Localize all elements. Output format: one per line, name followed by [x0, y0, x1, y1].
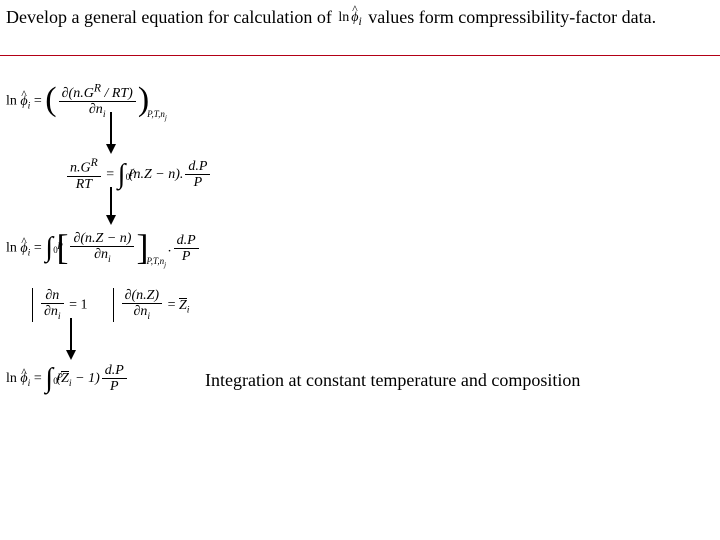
ln-text: ln — [338, 10, 349, 25]
eq2-upper: P — [130, 159, 136, 187]
eq1-equals: = — [30, 94, 45, 109]
eq2-integral: ∫P0 — [118, 161, 126, 189]
phi-sub: i — [359, 14, 362, 27]
eq5-dP-num: d.P — [102, 363, 127, 378]
eq2-lhs-den: RT — [67, 176, 101, 192]
eq5-zbar: Z — [61, 370, 69, 387]
eq1-den-sub: i — [103, 109, 106, 120]
eq1-lparen: ( — [45, 83, 56, 117]
eq5-z: Z — [61, 371, 69, 386]
eq1-subs-j: j — [165, 113, 167, 121]
eq4a-frac: ∂n ∂ni — [41, 288, 64, 323]
equation-1: ln ^ϕi = ( ∂(n.GR / RT) ∂ni )P,T,nj — [6, 82, 169, 121]
eq5-minus1: − 1) — [72, 371, 100, 386]
eq3-integral: ∫P0 — [45, 234, 53, 262]
eq5-integral: ∫P0 — [45, 365, 53, 393]
eq1-num-sup: R — [94, 81, 101, 94]
eq3-inner-den-sub: i — [108, 254, 111, 265]
eq4-zbar: Z — [179, 297, 187, 314]
eq1-lhs-ln: ln — [6, 94, 20, 109]
eq4b-eq: = — [164, 298, 179, 313]
eq2-integrand: (n.Z − n). — [129, 167, 184, 182]
problem-text-b: values form compressibility-factor data. — [368, 7, 656, 27]
integration-note: Integration at constant temperature and … — [205, 370, 580, 391]
eq2-equals: = — [103, 167, 118, 182]
eq3-subscripts: P,T,nj — [146, 256, 166, 266]
equation-3: ln ^ϕi = ∫P0 [ ∂(n.Z − n) ∂ni ]P,T,nj. d… — [6, 231, 201, 266]
eq5-phi: ^ϕ — [20, 371, 27, 387]
eq2-dP-den: P — [185, 174, 210, 190]
eq3-phi: ^ϕ — [20, 241, 27, 257]
eq4-z: Z — [179, 298, 187, 313]
eq3-inner-den-a: ∂n — [94, 247, 108, 262]
problem-text-a: Develop a general equation for calculati… — [6, 7, 332, 27]
equation-5: ln ^ϕi = ∫P0 (Zi − 1) d.P P — [6, 363, 129, 395]
eq4a-num: ∂n — [41, 288, 64, 303]
slide-root: Develop a general equation for calculati… — [0, 0, 720, 540]
eq1-phi: ^ϕ — [20, 94, 27, 110]
eq4b-den-sub: i — [147, 311, 150, 322]
eq1-den-a: ∂n — [89, 102, 103, 117]
eq4-z-sub: i — [187, 305, 190, 316]
eq3-dP-frac: d.P P — [174, 233, 199, 265]
eq1-num-b: / RT) — [101, 86, 133, 101]
eq3-subs-j: j — [164, 261, 166, 269]
eq4a-den-sub: i — [58, 311, 61, 322]
eq4a-den-a: ∂n — [44, 304, 58, 319]
eq4-vline-mid — [113, 288, 114, 322]
eq3-subs-a: P,T,n — [146, 256, 164, 266]
eq3-dot: . — [168, 241, 172, 256]
eq3-dP-num: d.P — [174, 233, 199, 248]
equation-4: ∂n ∂ni = 1 ∂(n.Z) ∂ni = Zi — [32, 288, 190, 323]
eq5-lower: 0 — [53, 367, 58, 395]
eq1-fraction: ∂(n.GR / RT) ∂ni — [59, 82, 136, 121]
eq4b-num: ∂(n.Z) — [122, 288, 163, 303]
eq2-dP-num: d.P — [185, 159, 210, 174]
eq3-lhs-ln: ln — [6, 241, 20, 256]
eq3-inner-frac: ∂(n.Z − n) ∂ni — [70, 231, 134, 266]
eq2-lower: 0 — [126, 163, 131, 191]
eq5-lhs-ln: ln — [6, 371, 20, 386]
eq4a-eq1: = 1 — [66, 298, 88, 313]
eq5-dP-den: P — [102, 378, 127, 394]
eq4b-frac: ∂(n.Z) ∂ni — [122, 288, 163, 323]
eq2-dP-frac: d.P P — [185, 159, 210, 191]
problem-symbol: ln^ϕi — [338, 9, 361, 29]
eq2-lhs-frac: n.GR RT — [67, 157, 101, 192]
eq4-vline-left — [32, 288, 33, 322]
eq5-equals: = — [30, 371, 45, 386]
eq1-subscripts: P,T,nj — [147, 109, 167, 119]
eq2-lhs-num: n.G — [70, 161, 91, 176]
eq3-inner-num: ∂(n.Z − n) — [70, 231, 134, 246]
eq3-dP-den: P — [174, 248, 199, 264]
eq5-dP-frac: d.P P — [102, 363, 127, 395]
eq2-lhs-sup: R — [91, 156, 98, 169]
eq3-equals: = — [30, 241, 45, 256]
equation-2: n.GR RT = ∫P0 (n.Z − n). d.P P — [65, 157, 212, 192]
eq1-subs-a: P,T,n — [147, 109, 165, 119]
eq4b-den-a: ∂n — [134, 304, 148, 319]
eq3-lbracket: [ — [56, 230, 68, 264]
problem-statement: Develop a general equation for calculati… — [6, 6, 714, 29]
horizontal-rule — [0, 55, 720, 56]
eq1-num-a: ∂(n.G — [62, 86, 94, 101]
